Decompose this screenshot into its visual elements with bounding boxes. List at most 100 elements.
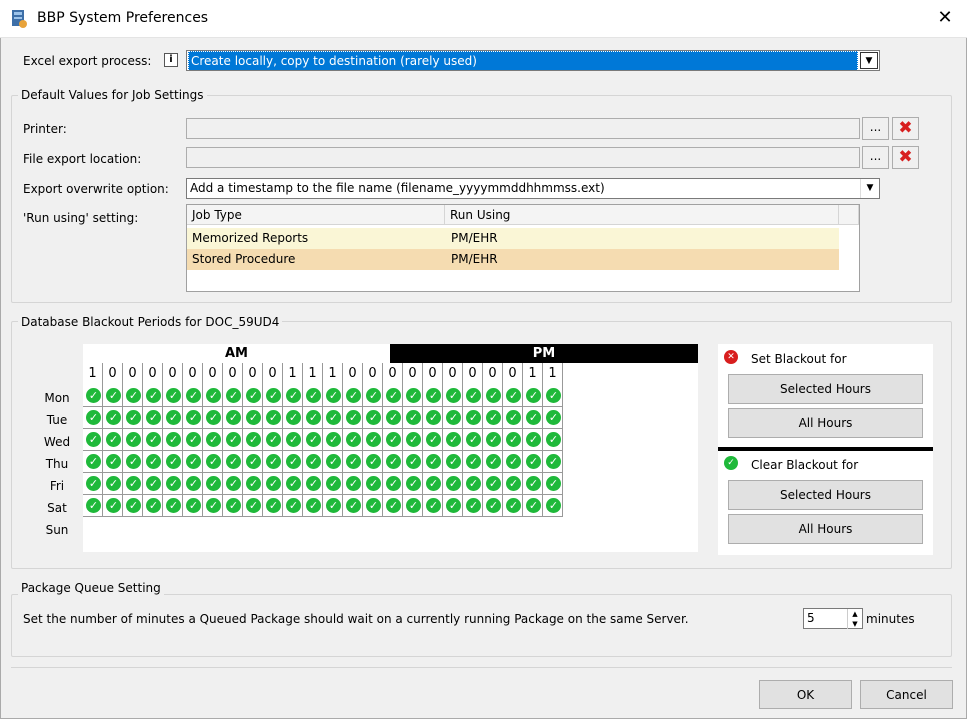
hour-cell[interactable]: ✓ xyxy=(163,451,183,473)
column-header-job-type[interactable]: Job Type xyxy=(187,205,445,225)
hour-cell[interactable]: ✓ xyxy=(503,385,523,407)
hour-cell[interactable]: ✓ xyxy=(443,473,463,495)
hour-cell[interactable]: ✓ xyxy=(183,407,203,429)
hour-cell[interactable]: ✓ xyxy=(283,451,303,473)
hour-header[interactable]: 0 xyxy=(103,363,123,385)
queue-minutes-stepper[interactable]: 5 ▲ ▼ xyxy=(803,608,863,629)
hour-header[interactable]: 0 xyxy=(463,363,483,385)
hour-cell[interactable]: ✓ xyxy=(303,385,323,407)
hour-header[interactable]: 0 xyxy=(363,363,383,385)
hour-cell[interactable]: ✓ xyxy=(183,385,203,407)
hour-cell[interactable]: ✓ xyxy=(163,429,183,451)
hour-cell[interactable]: ✓ xyxy=(143,495,163,517)
hour-cell[interactable]: ✓ xyxy=(263,451,283,473)
hour-cell[interactable]: ✓ xyxy=(123,473,143,495)
hour-cell[interactable]: ✓ xyxy=(423,385,443,407)
hour-cell[interactable]: ✓ xyxy=(483,385,503,407)
hour-cell[interactable]: ✓ xyxy=(303,407,323,429)
hour-cell[interactable]: ✓ xyxy=(243,385,263,407)
hour-cell[interactable]: ✓ xyxy=(503,429,523,451)
hour-cell[interactable]: ✓ xyxy=(223,495,243,517)
hour-cell[interactable]: ✓ xyxy=(183,429,203,451)
hour-cell[interactable]: ✓ xyxy=(383,451,403,473)
hour-cell[interactable]: ✓ xyxy=(343,473,363,495)
hour-cell[interactable]: ✓ xyxy=(103,473,123,495)
hour-cell[interactable]: ✓ xyxy=(83,473,103,495)
hour-cell[interactable]: ✓ xyxy=(343,451,363,473)
day-label[interactable]: Mon xyxy=(32,387,82,409)
hour-cell[interactable]: ✓ xyxy=(263,495,283,517)
hour-cell[interactable]: ✓ xyxy=(83,429,103,451)
hour-cell[interactable]: ✓ xyxy=(203,451,223,473)
spin-up-icon[interactable]: ▲ xyxy=(847,609,862,619)
day-label[interactable]: Tue xyxy=(32,409,82,431)
hour-cell[interactable]: ✓ xyxy=(463,385,483,407)
hour-cell[interactable]: ✓ xyxy=(463,451,483,473)
hour-cell[interactable]: ✓ xyxy=(363,407,383,429)
hour-cell[interactable]: ✓ xyxy=(483,429,503,451)
table-row[interactable]: Memorized Reports PM/EHR xyxy=(187,228,839,249)
hour-cell[interactable]: ✓ xyxy=(543,451,563,473)
hour-cell[interactable]: ✓ xyxy=(303,429,323,451)
chevron-down-icon[interactable]: ▼ xyxy=(860,52,878,69)
hour-cell[interactable]: ✓ xyxy=(523,495,543,517)
hour-cell[interactable]: ✓ xyxy=(403,495,423,517)
day-label[interactable]: Fri xyxy=(32,475,82,497)
hour-cell[interactable]: ✓ xyxy=(183,451,203,473)
printer-field[interactable] xyxy=(186,118,860,139)
table-row[interactable]: Stored Procedure PM/EHR xyxy=(187,249,839,270)
hour-cell[interactable]: ✓ xyxy=(303,473,323,495)
hour-cell[interactable]: ✓ xyxy=(123,429,143,451)
ok-button[interactable]: OK xyxy=(759,680,852,709)
hour-cell[interactable]: ✓ xyxy=(83,385,103,407)
hour-cell[interactable]: ✓ xyxy=(223,451,243,473)
hour-cell[interactable]: ✓ xyxy=(443,407,463,429)
hour-cell[interactable]: ✓ xyxy=(363,451,383,473)
hour-cell[interactable]: ✓ xyxy=(463,429,483,451)
hour-cell[interactable]: ✓ xyxy=(443,385,463,407)
hour-cell[interactable]: ✓ xyxy=(403,451,423,473)
set-all-hours-button[interactable]: All Hours xyxy=(728,408,923,438)
hour-cell[interactable]: ✓ xyxy=(363,473,383,495)
hour-cell[interactable]: ✓ xyxy=(163,385,183,407)
hour-cell[interactable]: ✓ xyxy=(143,451,163,473)
hour-cell[interactable]: ✓ xyxy=(123,385,143,407)
hour-cell[interactable]: ✓ xyxy=(343,407,363,429)
day-label[interactable]: Sun xyxy=(32,519,82,541)
hour-cell[interactable]: ✓ xyxy=(123,495,143,517)
hour-cell[interactable]: ✓ xyxy=(383,429,403,451)
hour-cell[interactable]: ✓ xyxy=(243,495,263,517)
hour-cell[interactable]: ✓ xyxy=(483,495,503,517)
hour-cell[interactable]: ✓ xyxy=(183,495,203,517)
hour-cell[interactable]: ✓ xyxy=(403,385,423,407)
hour-cell[interactable]: ✓ xyxy=(323,451,343,473)
hour-cell[interactable]: ✓ xyxy=(503,451,523,473)
hour-cell[interactable]: ✓ xyxy=(483,407,503,429)
hour-cell[interactable]: ✓ xyxy=(83,407,103,429)
file-export-field[interactable] xyxy=(186,147,860,168)
hour-cell[interactable]: ✓ xyxy=(223,385,243,407)
hour-cell[interactable]: ✓ xyxy=(283,385,303,407)
hour-header[interactable]: 0 xyxy=(503,363,523,385)
hour-cell[interactable]: ✓ xyxy=(523,385,543,407)
hour-cell[interactable]: ✓ xyxy=(263,407,283,429)
hour-cell[interactable]: ✓ xyxy=(523,451,543,473)
hour-cell[interactable]: ✓ xyxy=(323,473,343,495)
hour-cell[interactable]: ✓ xyxy=(203,473,223,495)
hour-cell[interactable]: ✓ xyxy=(143,473,163,495)
hour-header[interactable]: 0 xyxy=(243,363,263,385)
hour-header[interactable]: 1 xyxy=(83,363,103,385)
hour-cell[interactable]: ✓ xyxy=(483,451,503,473)
hour-cell[interactable]: ✓ xyxy=(103,385,123,407)
hour-cell[interactable]: ✓ xyxy=(103,495,123,517)
hour-cell[interactable]: ✓ xyxy=(203,429,223,451)
hour-cell[interactable]: ✓ xyxy=(203,385,223,407)
hour-cell[interactable]: ✓ xyxy=(363,495,383,517)
hour-cell[interactable]: ✓ xyxy=(403,407,423,429)
overwrite-combo[interactable]: Add a timestamp to the file name (filena… xyxy=(186,178,880,199)
hour-cell[interactable]: ✓ xyxy=(343,429,363,451)
hour-header[interactable]: 0 xyxy=(223,363,243,385)
hour-cell[interactable]: ✓ xyxy=(223,407,243,429)
hour-cell[interactable]: ✓ xyxy=(163,407,183,429)
hour-cell[interactable]: ✓ xyxy=(523,473,543,495)
